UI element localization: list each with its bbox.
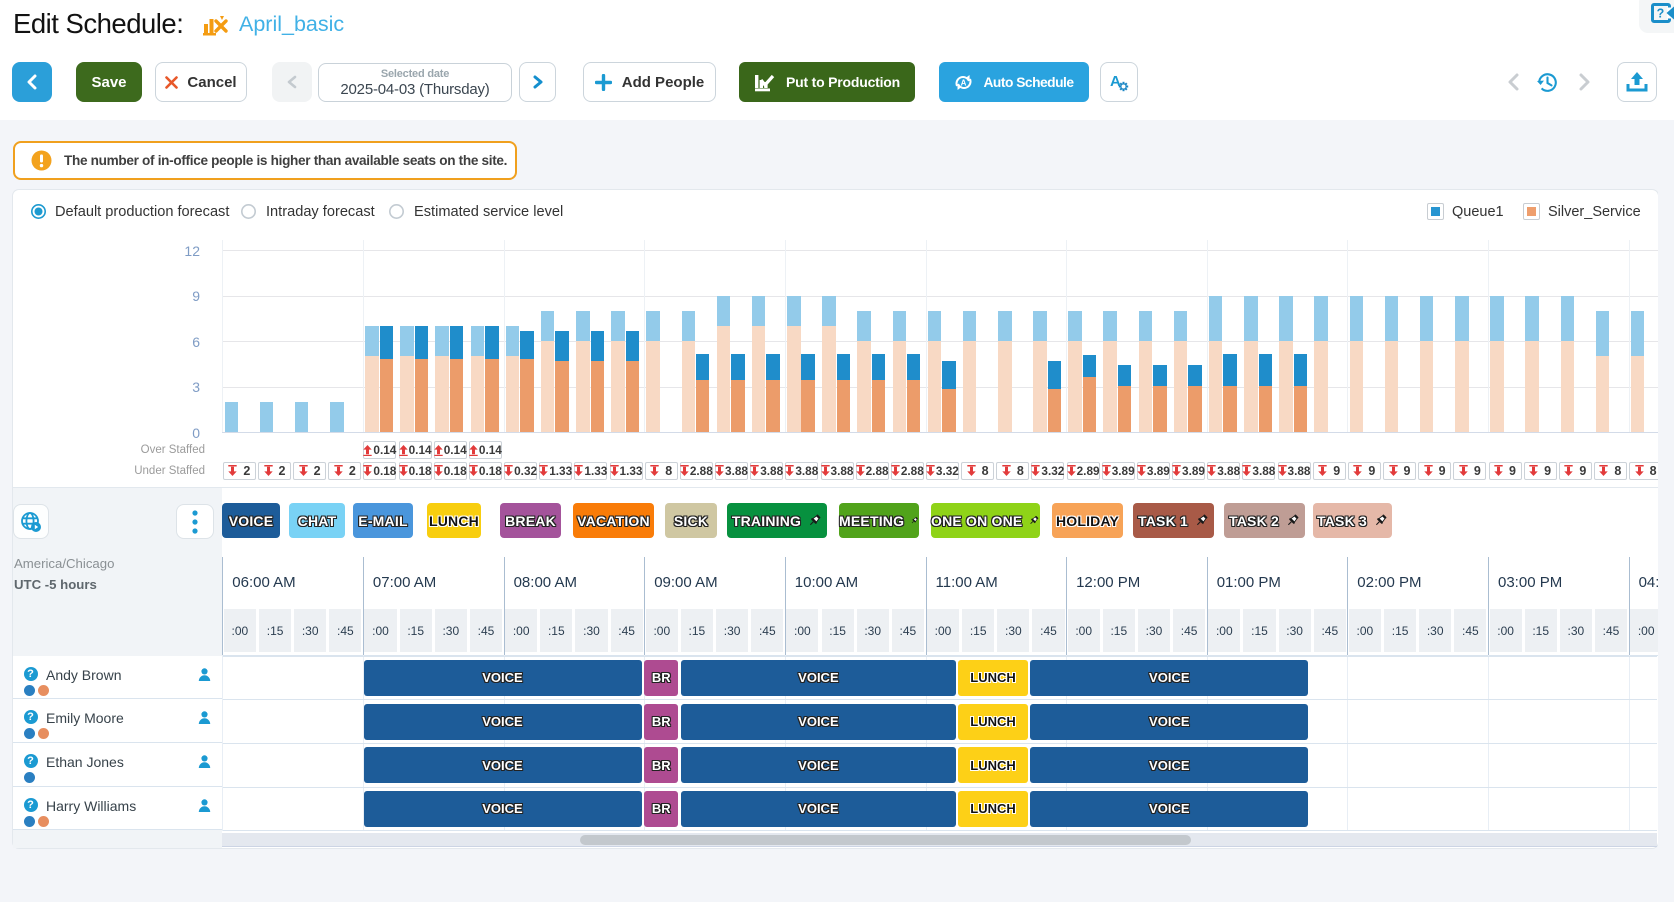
svg-text:A: A: [961, 78, 967, 87]
svg-text:?: ?: [1657, 7, 1665, 21]
